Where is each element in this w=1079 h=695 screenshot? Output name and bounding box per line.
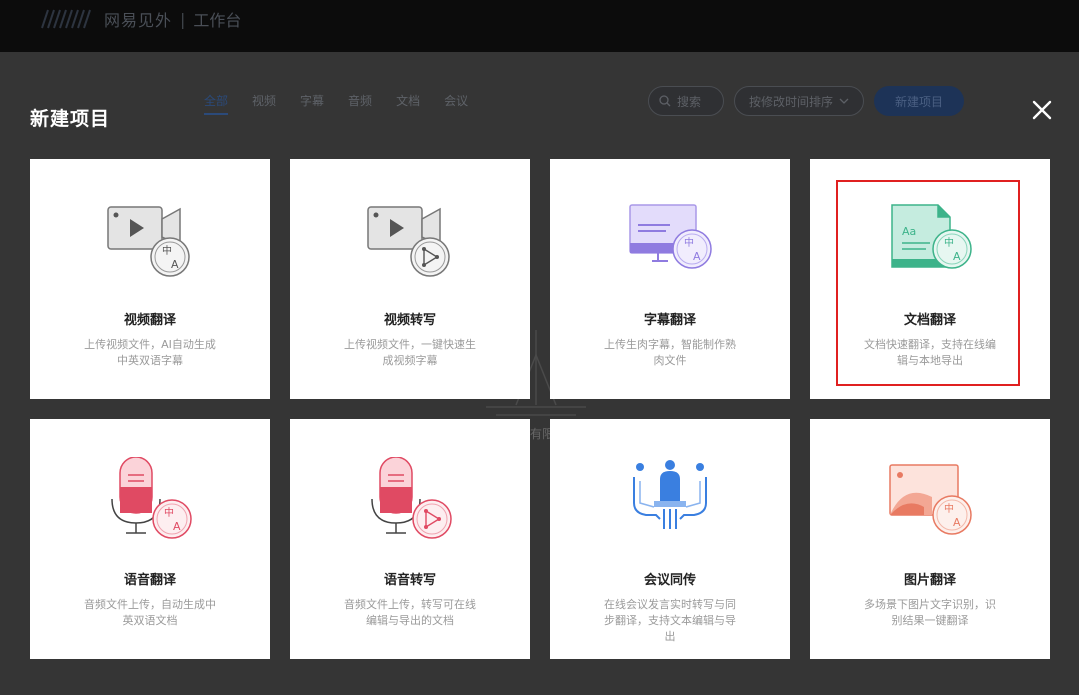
svg-text:中: 中 [162,244,172,257]
card-meeting-interpret[interactable]: 会议同传 在线会议发言实时转写与同步翻译，支持文本编辑与导出 [550,419,790,659]
tab-video[interactable]: 视频 [252,92,276,115]
card-title: 语音翻译 [123,573,176,588]
tab-all[interactable]: 全部 [204,92,229,115]
svg-text:A: A [173,520,181,533]
card-title: 会议同传 [643,573,696,588]
search-placeholder: 搜索 [677,94,702,109]
card-title: 图片翻译 [903,573,956,588]
category-tabs: 全部 视频 字幕 音频 文档 会议 [204,92,492,115]
svg-text:A: A [171,258,179,271]
tab-document[interactable]: 文档 [396,92,420,115]
audio-translate-icon: 中 A [111,457,192,539]
subtitle-translate-icon: 中 A [629,204,712,269]
tab-meeting[interactable]: 会议 [444,92,468,115]
card-description: 上传视频文件，AI自动生成中英双语字幕 [84,338,216,367]
dialog-title: 新建项目 [30,108,111,130]
meeting-interpret-icon [633,460,707,529]
new-project-button[interactable]: 新建项目 [874,86,964,116]
top-bar: 网易见外 | 工作台 [0,0,1079,52]
card-description: 上传生肉字幕，智能制作熟肉文件 [604,338,736,367]
search-icon [659,95,671,107]
brand-name: 网易见外 [104,11,173,30]
brand-separator: | [180,9,186,29]
video-translate-icon: 中 A [107,206,190,277]
card-subtitle-translate[interactable]: 中 A 字幕翻译 上传生肉字幕，智能制作熟肉文件 [550,159,790,399]
card-title: 字幕翻译 [643,313,696,328]
brand-logo[interactable]: 网易见外 | 工作台 [38,6,241,32]
image-translate-icon: 中 A [889,464,972,535]
card-video-transcribe[interactable]: 视频转写 上传视频文件，一键快速生成视频字幕 [290,159,530,399]
card-audio-translate[interactable]: 中 A 语音翻译 音频文件上传，自动生成中英双语文档 [30,419,270,659]
audio-transcribe-icon [371,457,452,539]
sort-label: 按修改时间排序 [748,94,833,109]
svg-text:Aa: Aa [902,225,916,238]
svg-text:A: A [953,516,961,529]
card-audio-transcribe[interactable]: 语音转写 音频文件上传，转写可在线编辑与导出的文档 [290,419,530,659]
workspace-label: 工作台 [193,11,242,30]
card-title: 视频转写 [383,313,436,328]
card-title: 文档翻译 [903,313,956,328]
search-box[interactable]: 搜索 [648,86,724,116]
svg-text:A: A [693,250,701,263]
card-description: 上传视频文件，一键快速生成视频字幕 [344,338,476,367]
card-video-translate[interactable]: 中 A 视频翻译 上传视频文件，AI自动生成中英双语字幕 [30,159,270,399]
close-icon[interactable] [1031,99,1053,121]
sort-dropdown[interactable]: 按修改时间排序 [734,86,864,116]
svg-text:A: A [953,250,961,263]
card-title: 视频翻译 [123,313,176,328]
svg-text:中: 中 [164,506,174,519]
svg-text:中: 中 [944,502,954,515]
logo-wave-icon [41,9,91,29]
document-translate-icon: Aa 中 A [891,204,972,269]
card-description: 多场景下图片文字识别，识别结果一键翻译 [864,598,996,627]
video-transcribe-icon [367,206,450,277]
svg-text:中: 中 [944,236,954,249]
card-image-translate[interactable]: 中 A 图片翻译 多场景下图片文字识别，识别结果一键翻译 [810,419,1050,659]
svg-text:中: 中 [684,236,694,249]
card-description: 音频文件上传，自动生成中英双语文档 [84,598,216,627]
tab-audio[interactable]: 音频 [348,92,372,115]
card-document-translate[interactable]: Aa 中 A 文档翻译 文档快速翻译，支持在线编辑与本地导出 [810,159,1050,399]
chevron-down-icon [839,98,849,104]
tab-subtitle[interactable]: 字幕 [300,92,324,115]
card-description: 音频文件上传，转写可在线编辑与导出的文档 [344,598,476,627]
card-title: 语音转写 [383,573,436,588]
card-description: 在线会议发言实时转写与同步翻译，支持文本编辑与导出 [604,598,736,643]
card-description: 文档快速翻译，支持在线编辑与本地导出 [864,338,996,367]
